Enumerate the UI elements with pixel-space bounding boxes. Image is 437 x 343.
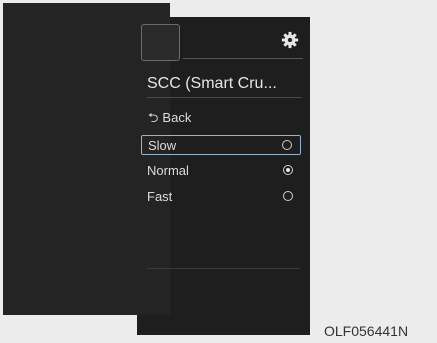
back-button[interactable]: ⮌ Back <box>148 110 191 126</box>
bottom-divider <box>147 268 300 269</box>
option-label: Slow <box>148 138 177 153</box>
option-fast[interactable]: Fast <box>141 187 301 207</box>
option-slow[interactable]: Slow <box>141 135 301 155</box>
page-title: SCC (Smart Cru... <box>147 75 277 92</box>
back-arrow-icon: ⮌ <box>148 110 159 125</box>
gear-icon[interactable] <box>281 31 299 49</box>
figure-code: OLF056441N <box>324 323 409 339</box>
radio-button-selected[interactable] <box>283 165 293 175</box>
header-divider <box>183 58 303 59</box>
radio-button[interactable] <box>282 140 292 150</box>
option-label: Fast <box>147 189 173 204</box>
back-label: Back <box>162 110 192 125</box>
thumbnail-box[interactable] <box>141 24 180 61</box>
option-normal[interactable]: Normal <box>141 161 301 181</box>
radio-button[interactable] <box>283 191 293 201</box>
title-divider <box>147 97 302 98</box>
option-label: Normal <box>147 163 189 178</box>
